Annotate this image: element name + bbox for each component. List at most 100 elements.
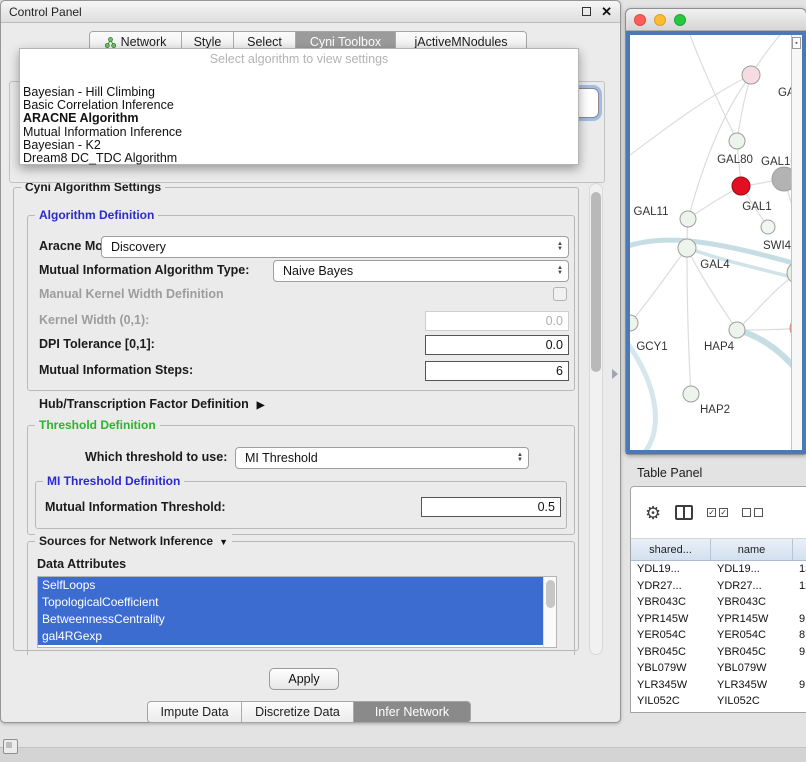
cell[interactable] <box>793 594 806 611</box>
node-pink[interactable] <box>742 66 760 84</box>
mi-threshold-legend: MI Threshold Definition <box>43 474 184 488</box>
checked-box-icon: ✓ <box>707 508 716 517</box>
table-panel-title: Table Panel <box>637 466 702 480</box>
dropdown-item[interactable]: Dream8 DC_TDC Algorithm <box>20 152 578 165</box>
cell[interactable]: YIL052C <box>711 693 793 710</box>
cell[interactable]: 9. <box>793 677 806 694</box>
cell[interactable]: YBR045C <box>711 644 793 661</box>
cell[interactable]: YDR27... <box>711 578 793 595</box>
select-all-icon[interactable]: ✓ ✓ <box>707 508 728 517</box>
cell[interactable]: YLR345W <box>631 677 711 694</box>
mi-threshold-label: Mutual Information Threshold: <box>45 500 226 514</box>
zoom-traffic-light[interactable] <box>674 14 686 26</box>
network-scrollbar[interactable] <box>791 35 802 450</box>
mi-threshold-field[interactable]: 0.5 <box>421 497 561 517</box>
table-row[interactable]: YDL19... YDL19... 13 <box>631 561 806 578</box>
mi-type-combobox[interactable]: Naive Bayes ▲▼ <box>273 260 569 282</box>
columns-icon[interactable] <box>675 505 693 520</box>
table-row[interactable]: YDR27... YDR27... 12 <box>631 578 806 595</box>
cell[interactable]: YIL052C <box>631 693 711 710</box>
node-gal1[interactable] <box>761 220 775 234</box>
cell[interactable]: 9. <box>793 644 806 661</box>
cell[interactable]: YER054C <box>631 627 711 644</box>
tab-style-label: Style <box>194 35 222 49</box>
mi-steps-field[interactable]: 6 <box>425 361 569 381</box>
table-header-row: shared... name <box>631 539 806 561</box>
cell[interactable]: YBR043C <box>631 594 711 611</box>
table-row[interactable]: YBL079W YBL079W <box>631 660 806 677</box>
cell[interactable]: YER054C <box>711 627 793 644</box>
cell[interactable] <box>793 660 806 677</box>
cell[interactable]: 9. <box>793 611 806 628</box>
dropdown-item-selected[interactable]: ARACNE Algorithm <box>20 112 578 125</box>
cell[interactable]: YDR27... <box>631 578 711 595</box>
cell[interactable]: YBL079W <box>711 660 793 677</box>
node-gal80[interactable] <box>729 133 745 149</box>
cell[interactable]: YBR045C <box>631 644 711 661</box>
data-attributes-label: Data Attributes <box>37 557 126 571</box>
table-row[interactable]: YIL052C YIL052C <box>631 693 806 710</box>
which-threshold-value: MI Threshold <box>236 451 512 465</box>
apply-button[interactable]: Apply <box>269 668 339 690</box>
node-label: GAL11 <box>634 206 669 218</box>
cell[interactable]: YBR043C <box>711 594 793 611</box>
tab-impute-data[interactable]: Impute Data <box>148 702 242 722</box>
minimized-panel-icon[interactable] <box>3 739 18 754</box>
network-scroll-button[interactable]: ▪ <box>792 37 801 49</box>
cell[interactable]: YPR145W <box>631 611 711 628</box>
node-gal11[interactable] <box>680 211 696 227</box>
dropdown-item[interactable]: Mutual Information Inference <box>20 126 578 139</box>
cell[interactable] <box>793 693 806 710</box>
settings-scrollbar-thumb[interactable] <box>591 192 601 372</box>
manual-kernel-checkbox[interactable] <box>553 287 567 301</box>
node-hap4[interactable] <box>729 322 745 338</box>
float-window-icon[interactable] <box>582 7 591 16</box>
attributes-scrollbar[interactable] <box>543 577 557 648</box>
panel-splitter-handle[interactable] <box>612 369 618 379</box>
tab-infer-network[interactable]: Infer Network <box>354 702 470 722</box>
cell[interactable]: YBL079W <box>631 660 711 677</box>
attribute-item-selected[interactable]: TopologicalCoefficient <box>38 594 543 611</box>
close-icon[interactable]: ✕ <box>601 4 612 20</box>
attributes-scrollbar-thumb[interactable] <box>546 580 555 608</box>
node-gal4[interactable] <box>678 239 696 257</box>
attribute-item-selected[interactable]: BetweennessCentrality <box>38 611 543 628</box>
node-red[interactable] <box>732 177 750 195</box>
network-window-titlebar[interactable] <box>626 9 806 31</box>
network-canvas[interactable]: GAL GAL80 GAL10 GAL11 GAL1 SWI4 GAL4 GCY… <box>626 31 806 454</box>
column-header-name[interactable]: name <box>711 539 793 560</box>
cell[interactable]: 13 <box>793 561 806 578</box>
minimize-traffic-light[interactable] <box>654 14 666 26</box>
attribute-item-selected[interactable]: gal4RGexp <box>38 628 543 645</box>
node-gcy1[interactable] <box>630 315 638 331</box>
dpi-tolerance-field[interactable]: 0.0 <box>425 335 569 355</box>
attribute-item-selected[interactable]: SelfLoops <box>38 577 543 594</box>
cell[interactable]: 12 <box>793 578 806 595</box>
cell[interactable]: YLR345W <box>711 677 793 694</box>
aracne-mode-combobox[interactable]: Discovery ▲▼ <box>101 236 569 258</box>
hub-section-label: Hub/Transcription Factor Definition <box>39 397 249 411</box>
column-header-shared-name[interactable]: shared... <box>631 539 711 560</box>
deselect-all-icon[interactable] <box>742 508 763 517</box>
table-row[interactable]: YER054C YER054C 8. <box>631 627 806 644</box>
close-traffic-light[interactable] <box>634 14 646 26</box>
table-row[interactable]: YBR043C YBR043C <box>631 594 806 611</box>
sources-legend[interactable]: Sources for Network Inference▼ <box>35 534 232 548</box>
gear-icon[interactable]: ⚙ <box>645 504 661 522</box>
algorithm-definition-legend: Algorithm Definition <box>35 208 158 222</box>
cell[interactable]: YDL19... <box>711 561 793 578</box>
cell[interactable]: YPR145W <box>711 611 793 628</box>
table-row[interactable]: YLR345W YLR345W 9. <box>631 677 806 694</box>
column-header-partial[interactable] <box>793 539 806 560</box>
table-row[interactable]: YBR045C YBR045C 9. <box>631 644 806 661</box>
kernel-width-field[interactable]: 0.0 <box>425 311 569 331</box>
settings-scrollbar[interactable] <box>589 183 603 655</box>
cell[interactable]: 8. <box>793 627 806 644</box>
tab-discretize-data[interactable]: Discretize Data <box>242 702 354 722</box>
control-panel-titlebar[interactable]: Control Panel ✕ <box>1 1 620 23</box>
cell[interactable]: YDL19... <box>631 561 711 578</box>
which-threshold-combobox[interactable]: MI Threshold ▲▼ <box>235 447 529 469</box>
hub-section-toggle[interactable]: Hub/Transcription Factor Definition▶ <box>39 397 264 411</box>
table-row[interactable]: YPR145W YPR145W 9. <box>631 611 806 628</box>
node-hap2[interactable] <box>683 386 699 402</box>
